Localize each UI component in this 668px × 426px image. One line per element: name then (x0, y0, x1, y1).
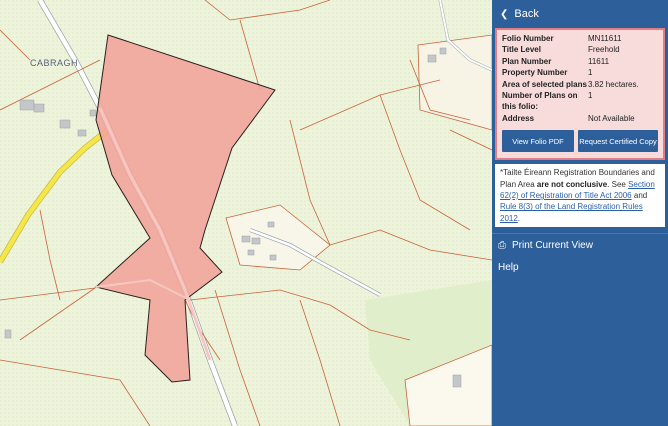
print-current-view-button[interactable]: ⎙ Print Current View (492, 233, 668, 256)
map-view[interactable]: CABRAGH (0, 0, 492, 426)
disclaimer-note: *Tailte Éireann Registration Boundaries … (495, 164, 665, 228)
help-button[interactable]: Help (492, 256, 668, 278)
folio-rows: Folio Number MN11611 Title Level Freehold Pl… (502, 33, 658, 124)
folio-row-key: Number of Plans on this folio: (502, 91, 578, 112)
folio-row-key: Area of selected plans (502, 79, 587, 89)
folio-row-key: Address (502, 113, 535, 123)
folio-row: Area of selected plans 3.82 hectares. (502, 79, 658, 90)
folio-row-value: Not Available (588, 113, 635, 123)
note-bold: are not conclusive (536, 179, 608, 189)
folio-row-value: Freehold (588, 45, 620, 55)
folio-row: Title Level Freehold (502, 44, 658, 55)
side-panel: ❮ Back Folio Number MN11611 Title Level Fre… (492, 0, 668, 426)
folio-row-key: Plan Number (502, 56, 552, 66)
note-middle: . See (607, 179, 629, 189)
view-folio-pdf-button[interactable]: View Folio PDF (502, 130, 574, 153)
folio-row-value: MN11611 (588, 34, 622, 43)
request-certified-copy-button[interactable]: Request Certified Copy (578, 130, 658, 153)
chevron-left-icon: ❮ (500, 8, 509, 20)
folio-actions: View Folio PDF Request Certified Copy (502, 130, 658, 153)
back-label: Back (514, 8, 539, 20)
folio-row-key: Title Level (502, 45, 541, 55)
back-button[interactable]: ❮ Back (492, 0, 668, 28)
printer-icon: ⎙ (498, 239, 506, 251)
folio-row: Folio Number MN11611 (502, 33, 658, 44)
folio-row: Plan Number 11611 (502, 56, 658, 67)
place-label: CABRAGH (30, 58, 79, 68)
print-label: Print Current View (512, 239, 593, 251)
folio-row-value: 11611 (588, 56, 610, 66)
help-label: Help (498, 261, 519, 273)
folio-row-key: Property Number (502, 68, 568, 78)
folio-row-value: 3.82 hectares. (588, 79, 639, 89)
folio-row-value: 1 (588, 91, 593, 101)
folio-details: Folio Number MN11611 Title Level Freehold Pl… (495, 28, 665, 161)
folio-row-key: Folio Number (502, 34, 554, 43)
folio-row-value: 1 (588, 68, 593, 78)
note-and: and (631, 191, 648, 201)
folio-row: Number of Plans on this folio: 1 (502, 90, 658, 113)
folio-row: Address Not Available (502, 113, 658, 124)
folio-row: Property Number 1 (502, 67, 658, 78)
rule-8-link[interactable]: Rule 8(3) of the Land Registration Rules… (500, 202, 643, 222)
note-suffix: . (517, 213, 521, 223)
